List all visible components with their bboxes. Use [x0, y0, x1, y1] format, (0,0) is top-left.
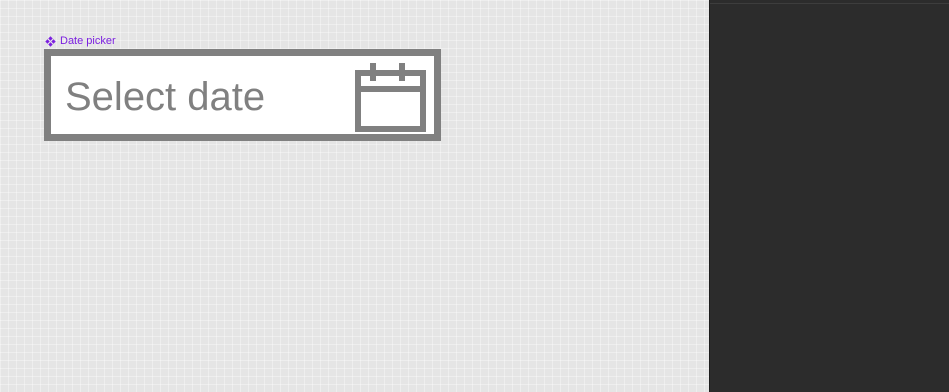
calendar-icon[interactable] — [353, 59, 429, 135]
date-picker-placeholder: Select date — [65, 75, 266, 119]
app-window: Date picker Select date — [0, 0, 949, 392]
design-canvas[interactable]: Date picker Select date — [0, 0, 709, 392]
component-label-text: Date picker — [60, 35, 116, 47]
component-label[interactable]: Date picker — [45, 34, 116, 48]
panel-divider — [710, 3, 949, 4]
properties-panel — [709, 0, 949, 392]
date-picker[interactable]: Select date — [44, 49, 441, 141]
component-icon — [45, 35, 56, 47]
